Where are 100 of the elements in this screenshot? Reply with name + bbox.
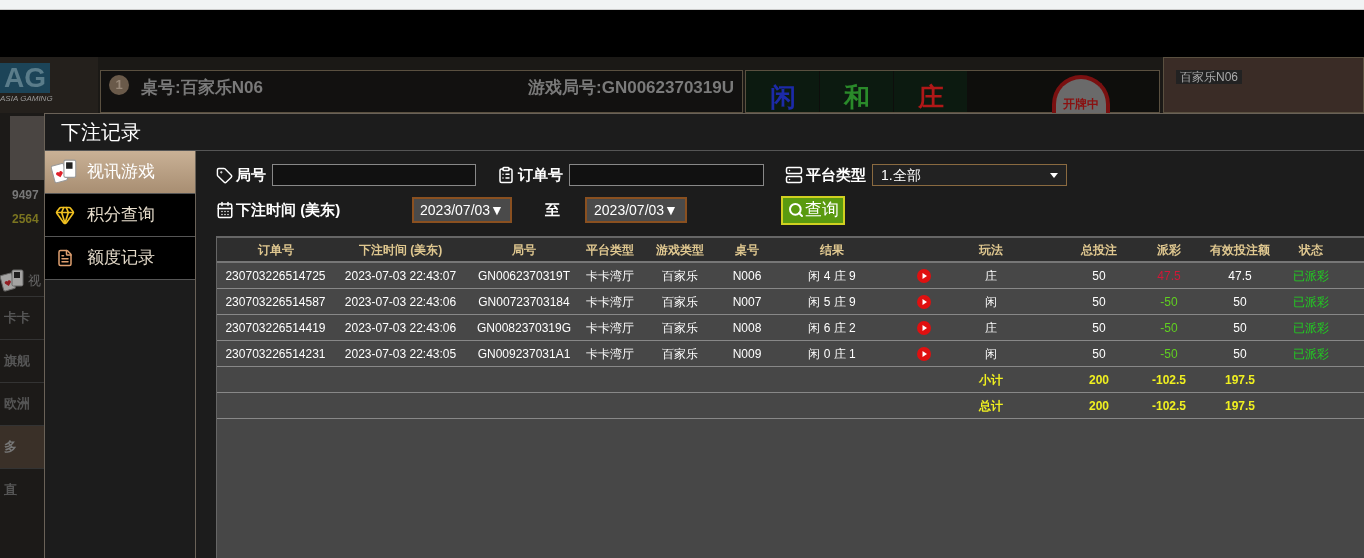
play-icon[interactable] [916, 346, 931, 361]
table-title: 桌号:百家乐N06 [141, 77, 263, 99]
calendar-icon [216, 201, 234, 219]
play-icon[interactable] [916, 268, 931, 283]
table-cell-text: GN00723703184 [478, 293, 570, 311]
table-cell-text: 闲 5 庄 9 [808, 293, 856, 311]
table-cell-text: 50 [1092, 293, 1106, 311]
table-cell-text: GN0062370319T [477, 267, 571, 285]
table-cell-text: 卡卡湾厅 [586, 293, 634, 311]
search-icon [787, 202, 804, 218]
column-header: 局号 [512, 241, 536, 259]
query-button[interactable]: 查询 [781, 195, 845, 225]
table-cell-text: 47.5 [1228, 267, 1252, 285]
table-cell-text: 卡卡湾厅 [586, 345, 634, 363]
logo-tagline: ASIA GAMING [0, 93, 53, 105]
table-cell-text: 230703226514725 [225, 267, 326, 285]
list-icon [785, 166, 803, 184]
payout-cell-text: -50 [1160, 319, 1178, 337]
game-shortcut-label[interactable]: 视 [28, 271, 41, 291]
video-label: 百家乐N06 [1176, 70, 1242, 84]
table-cell-text: 2023-07-03 22:43:06 [344, 319, 457, 337]
logo: AG [0, 63, 50, 93]
table-cell-text: 50 [1092, 319, 1106, 337]
order-input[interactable] [569, 164, 764, 186]
table-cell-text: GN0082370319G [476, 319, 572, 337]
summary-cell-text: -102.5 [1152, 397, 1186, 415]
nav-item[interactable]: 视讯游戏 [45, 151, 195, 194]
tag-icon [216, 166, 233, 184]
round-input[interactable] [272, 164, 476, 186]
table-cell-text: 闲 [985, 345, 997, 363]
table-cell-text: 50 [1092, 345, 1106, 363]
dialog-title: 下注记录 [61, 120, 141, 145]
status-cell-text: 已派彩 [1293, 267, 1329, 285]
table-cell-text: 百家乐 [662, 267, 698, 285]
game-round: 游戏局号:GN0062370319U [528, 77, 734, 99]
column-header: 下注时间 (美东) [358, 241, 443, 259]
table-cell-text: 卡卡湾厅 [586, 267, 634, 285]
table-cell-text: 百家乐 [662, 293, 698, 311]
summary-cell-text: 200 [1089, 397, 1109, 415]
table-cell-text: 2023-07-03 22:43:06 [344, 293, 457, 311]
bet-time-label: 下注时间 (美东) [236, 199, 341, 220]
column-header: 桌号 [735, 241, 759, 259]
hall-tab[interactable]: 多 [0, 425, 44, 468]
summary-cell-text: 197.5 [1225, 397, 1255, 415]
order-label: 订单号 [518, 164, 563, 185]
table-cell-text: 50 [1233, 319, 1247, 337]
payout-cell-text: -50 [1160, 345, 1178, 363]
table-cell-text: GN009237031A1 [477, 345, 571, 363]
column-header: 玩法 [979, 241, 1003, 259]
table-cell-text: 2023-07-03 22:43:07 [344, 267, 457, 285]
nav-item[interactable]: 积分查询 [45, 194, 195, 237]
status-cell-text: 已派彩 [1293, 319, 1329, 337]
table-cell-text: 230703226514587 [225, 293, 326, 311]
table-cell-text: 闲 4 庄 9 [808, 267, 856, 285]
column-header: 平台类型 [586, 241, 634, 259]
balance-value: 2564 [12, 211, 40, 228]
table-cell-text: N007 [732, 293, 762, 311]
date-from-select[interactable]: 2023/07/03▼ [412, 197, 512, 223]
table-cell-text: 230703226514231 [225, 345, 326, 363]
platform-select[interactable]: 1.全部 [872, 164, 1067, 186]
table-cell-text: 230703226514419 [225, 319, 326, 337]
round-label: 局号 [236, 164, 266, 185]
clipboard-icon [497, 166, 515, 184]
payout-cell-text: 47.5 [1157, 267, 1181, 285]
table-cell-text: 庄 [985, 319, 997, 337]
dealing-status: 开牌中 [1052, 75, 1110, 113]
column-header: 有效投注额 [1210, 241, 1270, 259]
document-icon [56, 248, 74, 268]
bet-area[interactable]: 庄 [894, 71, 967, 112]
column-header: 游戏类型 [656, 241, 704, 259]
play-icon[interactable] [916, 294, 931, 309]
status-cell-text: 已派彩 [1293, 345, 1329, 363]
summary-cell-text: 197.5 [1225, 371, 1255, 389]
summary-label: 小计 [979, 371, 1003, 389]
status-cell-text: 已派彩 [1293, 293, 1329, 311]
diamond-icon [55, 205, 75, 225]
platform-label: 平台类型 [806, 164, 866, 185]
bet-area[interactable]: 和 [820, 71, 893, 112]
date-to-select[interactable]: 2023/07/03▼ [585, 197, 687, 223]
table-cell-text: N009 [732, 345, 762, 363]
table-cell-text: 闲 6 庄 2 [808, 319, 856, 337]
table-cell-text: 百家乐 [662, 319, 698, 337]
playing-cards-icon [51, 159, 79, 185]
table-cell-text: 闲 0 庄 1 [808, 345, 856, 363]
column-header: 总投注 [1081, 241, 1117, 259]
bet-area[interactable]: 闲 [746, 71, 819, 112]
column-header: 结果 [820, 241, 844, 259]
summary-cell-text: -102.5 [1152, 371, 1186, 389]
table-cell-text: 50 [1092, 267, 1106, 285]
payout-cell-text: -50 [1160, 293, 1178, 311]
to-label: 至 [545, 199, 561, 220]
table-cell-text: 2023-07-03 22:43:05 [344, 345, 457, 363]
nav-item[interactable]: 额度记录 [45, 237, 195, 280]
summary-label: 总计 [979, 397, 1003, 415]
caret-icon [1050, 172, 1058, 178]
summary-cell-text: 200 [1089, 371, 1109, 389]
play-icon[interactable] [916, 320, 931, 335]
table-cell-text: N006 [732, 267, 762, 285]
table-cell-text: N008 [732, 319, 762, 337]
avatar-placeholder [10, 116, 44, 180]
